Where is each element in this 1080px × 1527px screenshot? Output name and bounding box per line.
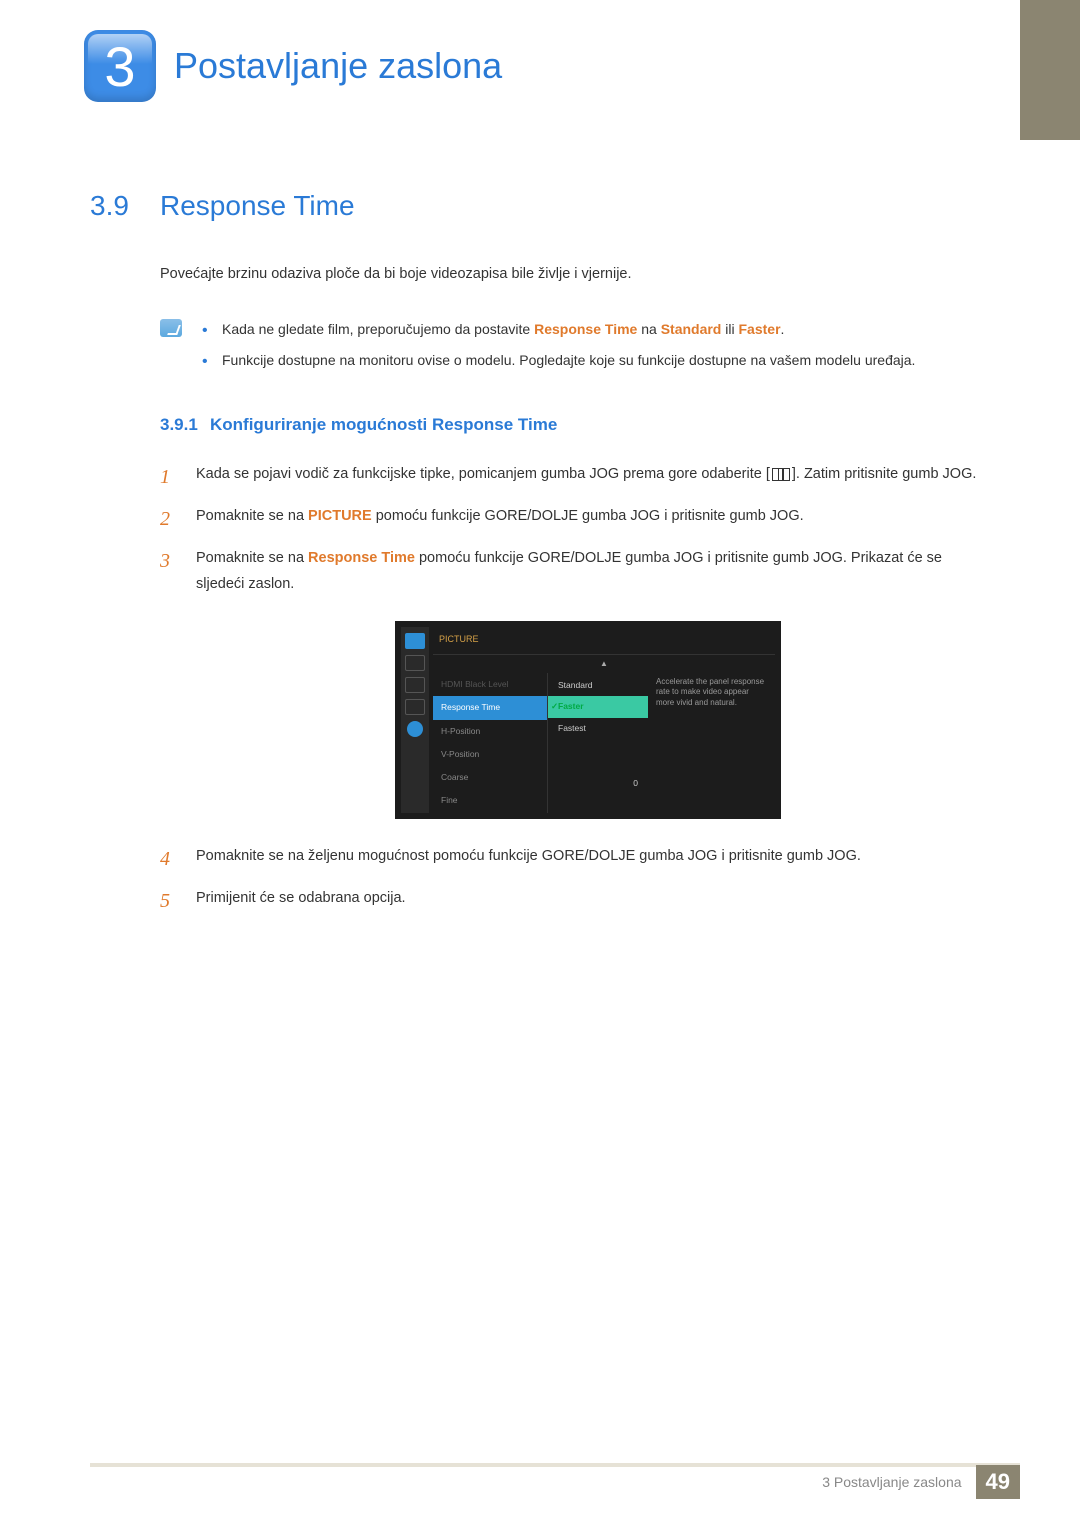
step-number: 2 xyxy=(160,501,170,537)
osd-up-arrow-icon: ▲ xyxy=(433,655,775,673)
note-list: Kada ne gledate film, preporučujemo da p… xyxy=(202,317,915,379)
chapter-header: 3 Postavljanje zaslona xyxy=(84,30,502,102)
osd-menu-item-selected: Response Time xyxy=(433,696,547,719)
step-list: 1 Kada se pojavi vodič za funkcijske tip… xyxy=(160,461,980,911)
osd-sub-item: Standard xyxy=(548,675,648,696)
osd-submenu: Standard Faster Fastest 0 xyxy=(548,673,648,813)
osd-fine-value: 0 xyxy=(548,773,648,794)
subsection-number: 3.9.1 xyxy=(160,415,210,435)
subsection-heading: 3.9.1Konfiguriranje mogućnosti Response … xyxy=(160,415,980,435)
section-number: 3.9 xyxy=(90,190,160,222)
page-content: 3.9Response Time Povećajte brzinu odaziv… xyxy=(90,190,980,927)
osd-sidebar xyxy=(401,627,429,812)
step-number: 5 xyxy=(160,883,170,919)
osd-picture-icon xyxy=(405,633,425,649)
note-item: Funkcije dostupne na monitoru ovise o mo… xyxy=(202,348,915,373)
page-number: 49 xyxy=(976,1465,1020,1499)
note-item: Kada ne gledate film, preporučujemo da p… xyxy=(202,317,915,342)
decorative-corner-bar xyxy=(1020,0,1080,140)
subsection-title: Konfiguriranje mogućnosti Response Time xyxy=(210,415,557,434)
osd-menu-item: H-Position xyxy=(433,720,547,743)
step: 3 Pomaknite se na Response Time pomoću f… xyxy=(160,545,980,819)
section-title: Response Time xyxy=(160,190,355,221)
osd-icon xyxy=(405,677,425,693)
osd-menu-item: Coarse xyxy=(433,766,547,789)
section-heading: 3.9Response Time xyxy=(90,190,980,222)
step: 4 Pomaknite se na željenu mogućnost pomo… xyxy=(160,843,980,869)
step: 2 Pomaknite se na PICTURE pomoću funkcij… xyxy=(160,503,980,529)
step: 1 Kada se pojavi vodič za funkcijske tip… xyxy=(160,461,980,487)
osd-sub-item-selected: Faster xyxy=(548,696,648,717)
osd-main: PICTURE ▲ HDMI Black Level Response Time… xyxy=(433,627,775,812)
osd-fine-row: Fine xyxy=(433,789,547,812)
note-icon xyxy=(160,319,182,337)
chapter-number-badge: 3 xyxy=(84,30,156,102)
step-number: 4 xyxy=(160,841,170,877)
step-number: 1 xyxy=(160,459,170,495)
osd-menu-item: HDMI Black Level xyxy=(433,673,547,696)
osd-icon xyxy=(405,655,425,671)
menu-icon xyxy=(772,468,790,481)
osd-sub-item: Fastest xyxy=(548,718,648,739)
note-block: Kada ne gledate film, preporučujemo da p… xyxy=(160,317,980,379)
step: 5 Primijenit će se odabrana opcija. xyxy=(160,885,980,911)
footer-text: 3 Postavljanje zaslona xyxy=(822,1474,961,1490)
osd-screenshot: PICTURE ▲ HDMI Black Level Response Time… xyxy=(395,621,781,818)
section-intro: Povećajte brzinu odaziva ploče da bi boj… xyxy=(160,262,980,287)
step-number: 3 xyxy=(160,543,170,579)
osd-info-icon xyxy=(407,721,423,737)
osd-description: Accelerate the panel response rate to ma… xyxy=(648,673,775,813)
osd-menu-item: V-Position xyxy=(433,743,547,766)
chapter-title: Postavljanje zaslona xyxy=(174,45,502,87)
osd-title: PICTURE xyxy=(433,627,775,654)
page-footer: 3 Postavljanje zaslona 49 xyxy=(90,1463,1020,1497)
osd-menu: HDMI Black Level Response Time H-Positio… xyxy=(433,673,548,813)
osd-settings-icon xyxy=(405,699,425,715)
